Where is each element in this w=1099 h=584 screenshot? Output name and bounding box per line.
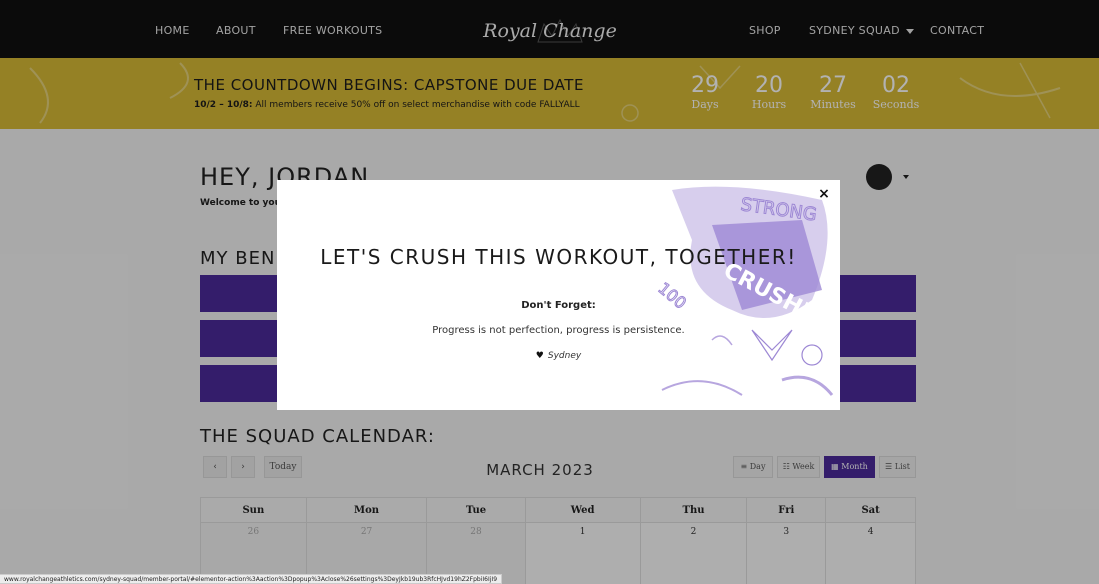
countdown-seconds-label: Seconds [872, 98, 920, 111]
heart-icon: ♥ [535, 351, 544, 361]
close-icon[interactable]: × [817, 187, 831, 201]
view-list-label: List [894, 462, 910, 471]
nav-sydney-squad-label: SYDNEY SQUAD [809, 24, 900, 37]
weekday-header-row: Sun Mon Tue Wed Thu Fri Sat [200, 497, 916, 523]
logo-text: Royal Change [482, 20, 617, 42]
top-navigation: HOME ABOUT FREE WORKOUTS Royal Change SH… [0, 0, 1099, 58]
banner-promo: 10/2 – 10/8: All members receive 50% off… [194, 100, 580, 110]
view-month-button[interactable]: ▦ Month [824, 456, 875, 478]
countdown-minutes: 27 Minutes [803, 74, 863, 112]
list-icon: ☰ [885, 462, 893, 471]
calendar-grid: Sun Mon Tue Wed Thu Fri Sat 26 27 28 1 2… [200, 497, 916, 584]
view-week-label: Week [792, 462, 815, 471]
list-icon: ≡ [740, 462, 748, 471]
countdown-banner: THE COUNTDOWN BEGINS: CAPSTONE DUE DATE … [0, 58, 1099, 129]
calendar-day-cell[interactable]: 3 [746, 522, 827, 584]
weekday-thu: Thu [639, 497, 748, 523]
calendar-prev-button[interactable]: ‹ [203, 456, 227, 478]
calendar-day-cell[interactable]: 1 [524, 522, 641, 584]
nav-shop[interactable]: SHOP [749, 24, 781, 37]
view-list-button[interactable]: ☰ List [879, 456, 916, 478]
countdown-seconds: 02 Seconds [866, 74, 926, 112]
weekday-sun: Sun [200, 497, 307, 523]
weekday-tue: Tue [426, 497, 526, 523]
modal-artwork: STRONG CRUSHED IT 100 [654, 186, 840, 396]
modal-signature: ♥ Sydney [277, 351, 840, 361]
weekday-sat: Sat [825, 497, 916, 523]
signature-name: Sydney [547, 351, 582, 361]
countdown-hours: 20 Hours [739, 74, 799, 112]
user-avatar-icon[interactable] [866, 164, 892, 190]
benefits-heading: MY BENE [200, 248, 288, 269]
view-day-button[interactable]: ≡ Day [733, 456, 773, 478]
countdown-minutes-value: 27 [819, 73, 847, 98]
royal-change-logo[interactable]: Royal Change [470, 10, 630, 50]
calendar-day-cell[interactable]: 4 [825, 522, 916, 584]
chevron-down-icon [905, 28, 914, 34]
grid-icon: ▦ [831, 462, 839, 471]
nav-home[interactable]: HOME [155, 24, 190, 37]
nav-contact[interactable]: CONTACT [930, 24, 984, 37]
view-week-button[interactable]: ☷ Week [777, 456, 820, 478]
countdown-hours-value: 20 [755, 73, 783, 98]
calendar-month-title: MARCH 2023 [486, 461, 594, 479]
promo-dates: 10/2 – 10/8: [194, 100, 253, 110]
calendar-today-button[interactable]: Today [264, 456, 302, 478]
chevron-down-icon[interactable] [903, 175, 909, 179]
view-month-label: Month [841, 462, 868, 471]
weekday-mon: Mon [305, 497, 428, 523]
banner-title: THE COUNTDOWN BEGINS: CAPSTONE DUE DATE [194, 76, 584, 94]
nav-sydney-squad[interactable]: SYDNEY SQUAD [809, 24, 914, 37]
countdown-minutes-label: Minutes [810, 98, 856, 111]
view-day-label: Day [749, 462, 766, 471]
calendar-next-button[interactable]: › [231, 456, 255, 478]
browser-status-url: www.royalchangeathletics.com/sydney-squa… [0, 574, 503, 584]
countdown-days-value: 29 [691, 73, 719, 98]
countdown-days-label: Days [691, 98, 719, 111]
nav-about[interactable]: ABOUT [216, 24, 256, 37]
nav-free-workouts[interactable]: FREE WORKOUTS [283, 24, 382, 37]
popup-modal: STRONG CRUSHED IT 100 × LET'S CRUSH THIS… [277, 180, 840, 410]
countdown-hours-label: Hours [751, 98, 787, 111]
calendar-heading: THE SQUAD CALENDAR: [200, 426, 435, 447]
welcome-text: Welcome to you [200, 198, 282, 208]
weekday-fri: Fri [746, 497, 827, 523]
calendar-day-cell[interactable]: 2 [639, 522, 748, 584]
countdown-days: 29 Days [675, 74, 735, 112]
modal-quote: Progress is not perfection, progress is … [432, 325, 685, 336]
modal-title: LET'S CRUSH THIS WORKOUT, TOGETHER! [320, 245, 797, 269]
modal-label: Don't Forget: [521, 300, 596, 311]
week-icon: ☷ [782, 462, 790, 471]
promo-text: All members receive 50% off on select me… [252, 100, 580, 110]
countdown-seconds-value: 02 [882, 73, 910, 98]
weekday-wed: Wed [524, 497, 641, 523]
